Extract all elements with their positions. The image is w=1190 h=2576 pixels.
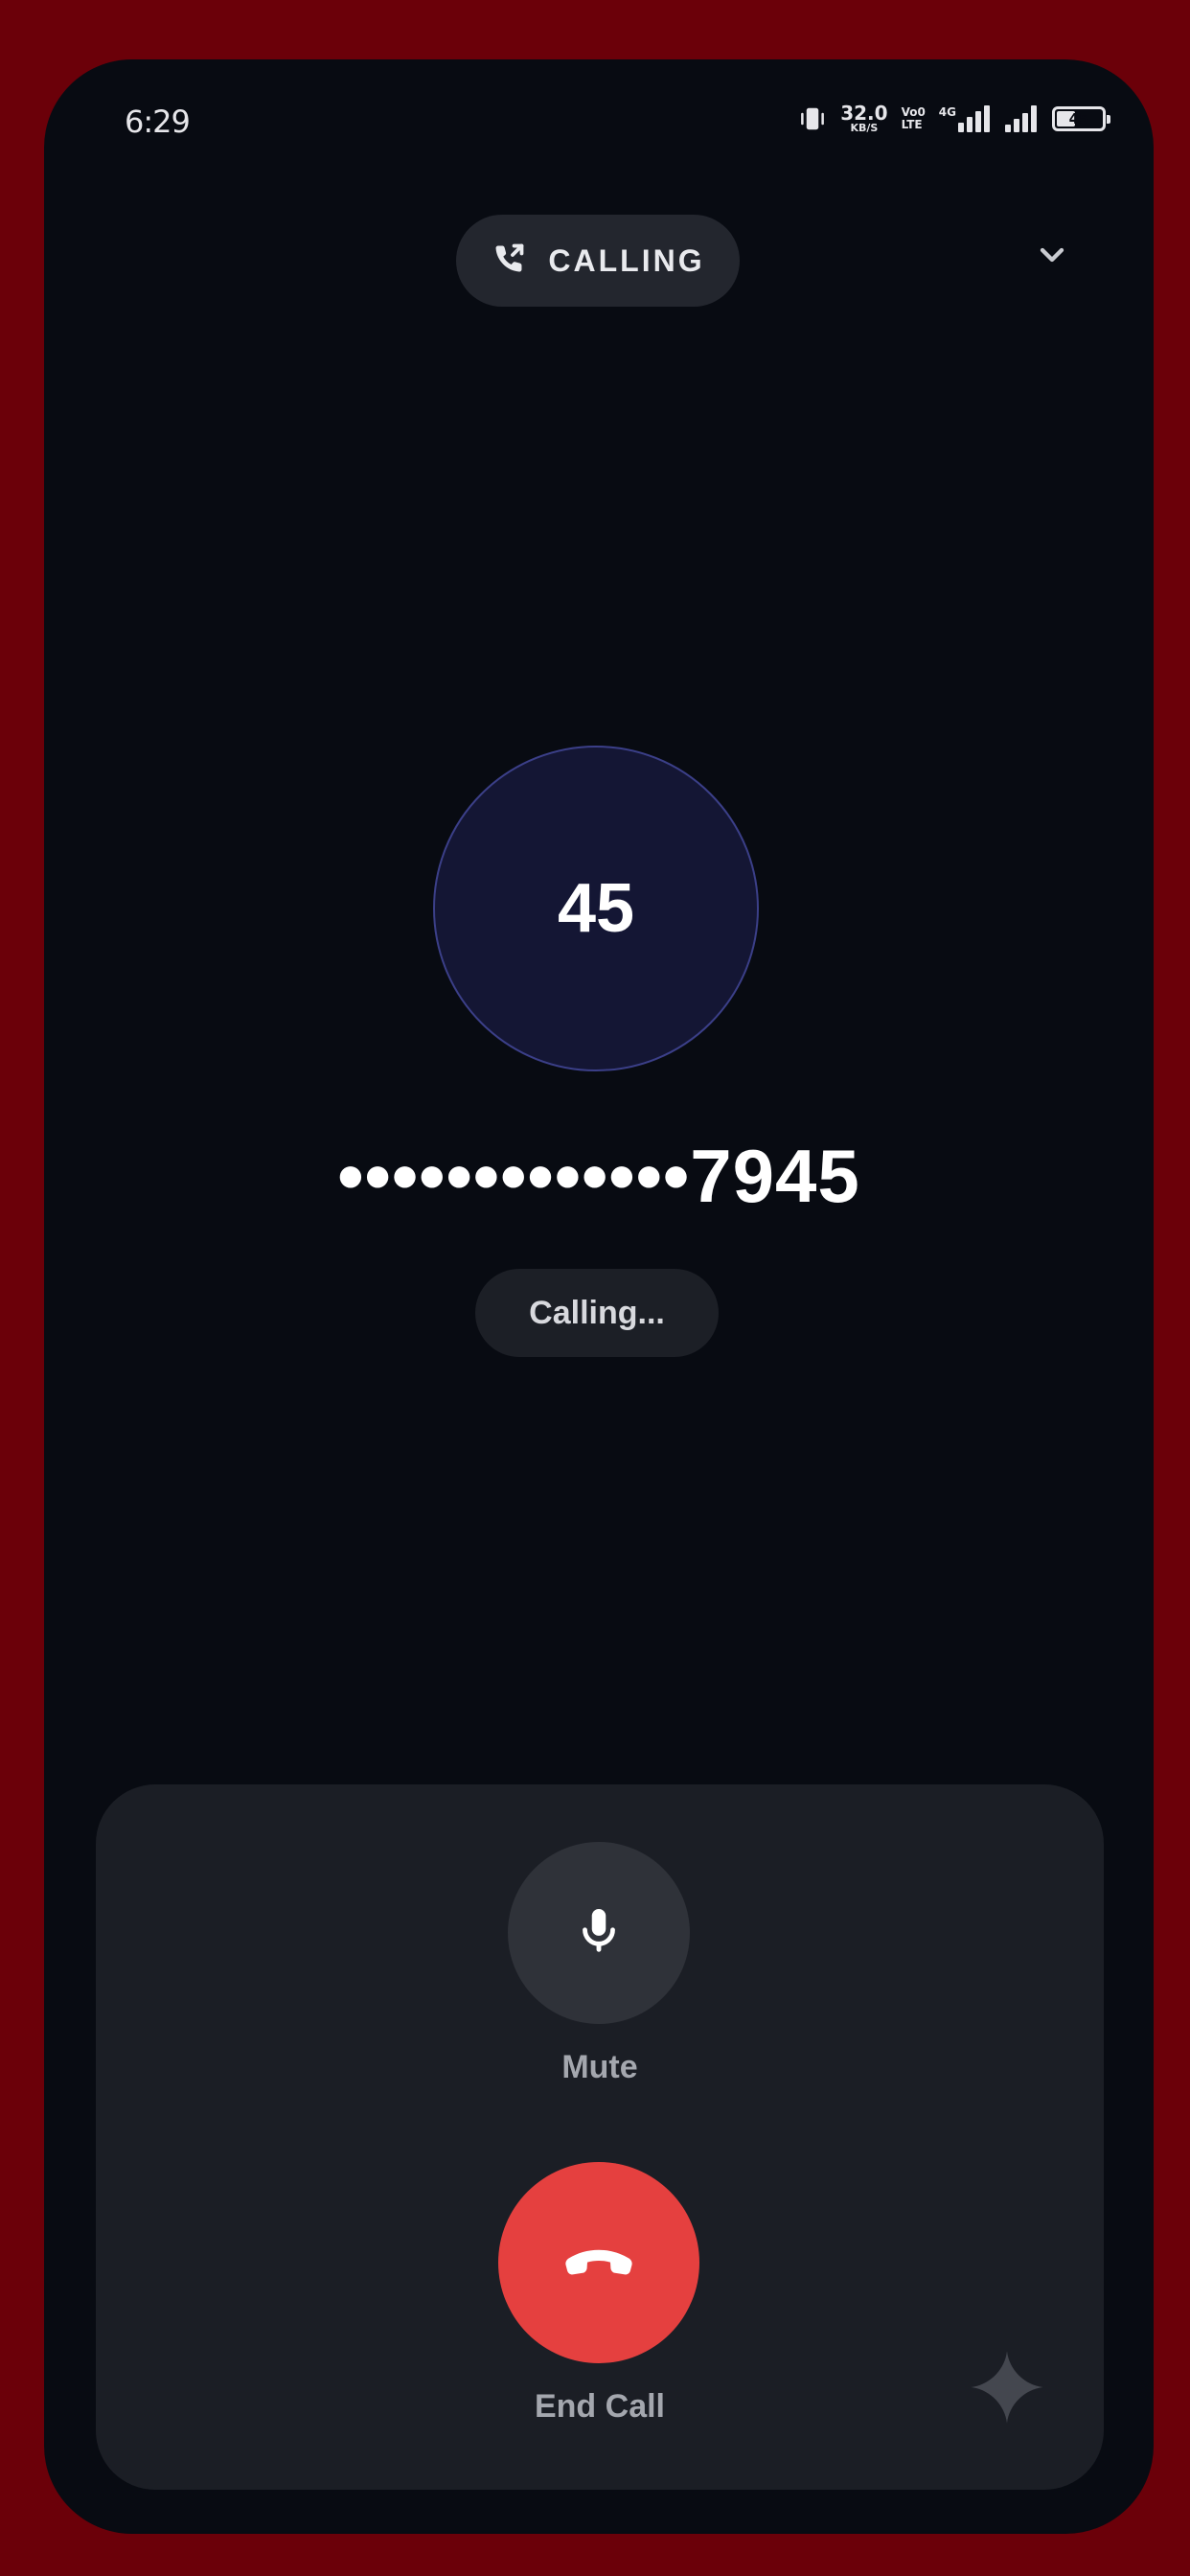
sparkle-icon [966,2346,1048,2432]
call-status-text: Calling... [529,1294,665,1331]
contact-avatar: 45 [433,746,759,1071]
phone-outgoing-icon [491,241,527,281]
network-speed-unit: KB/S [850,122,879,134]
status-icons: 32.0 KB/S Vo0 LTE 4G 45 [798,104,1110,133]
volte-bottom: LTE [901,117,923,131]
end-call-label: End Call [534,2388,666,2425]
signal-icon [1004,104,1039,132]
network-speed: 32.0 KB/S [840,104,887,133]
calling-indicator[interactable]: CALLING [456,215,740,307]
hang-up-icon [553,2215,645,2311]
avatar-initials: 45 [557,870,635,947]
network-type: 4G [938,104,956,119]
microphone-icon [571,1903,627,1963]
status-time: 6:29 [125,104,191,140]
assistant-button[interactable] [964,2346,1050,2432]
status-bar: 6:29 32.0 KB/S Vo0 LTE 4G 45 [44,59,1154,184]
phone-screen: 6:29 32.0 KB/S Vo0 LTE 4G 45 CALLING 45 … [44,59,1154,2534]
network-speed-value: 32.0 [840,102,888,125]
volte-top: Vo0 [901,104,926,119]
mute-button[interactable] [508,1842,690,2024]
chevron-down-icon [1033,236,1071,278]
call-status-chip: Calling... [475,1269,719,1357]
collapse-button[interactable] [1023,228,1081,286]
calling-label: CALLING [548,242,705,278]
mute-label: Mute [561,2049,638,2085]
signal-4g-icon: 4G [938,104,991,132]
battery-icon: 45 [1052,105,1110,131]
call-controls-panel: Mute End Call [96,1784,1104,2490]
battery-level: 45 [1068,109,1089,127]
end-call-button[interactable] [498,2162,699,2363]
volte-indicator: Vo0 LTE [902,106,926,130]
vibrate-icon [798,104,827,133]
contact-number: •••••••••••••7945 [337,1134,860,1218]
